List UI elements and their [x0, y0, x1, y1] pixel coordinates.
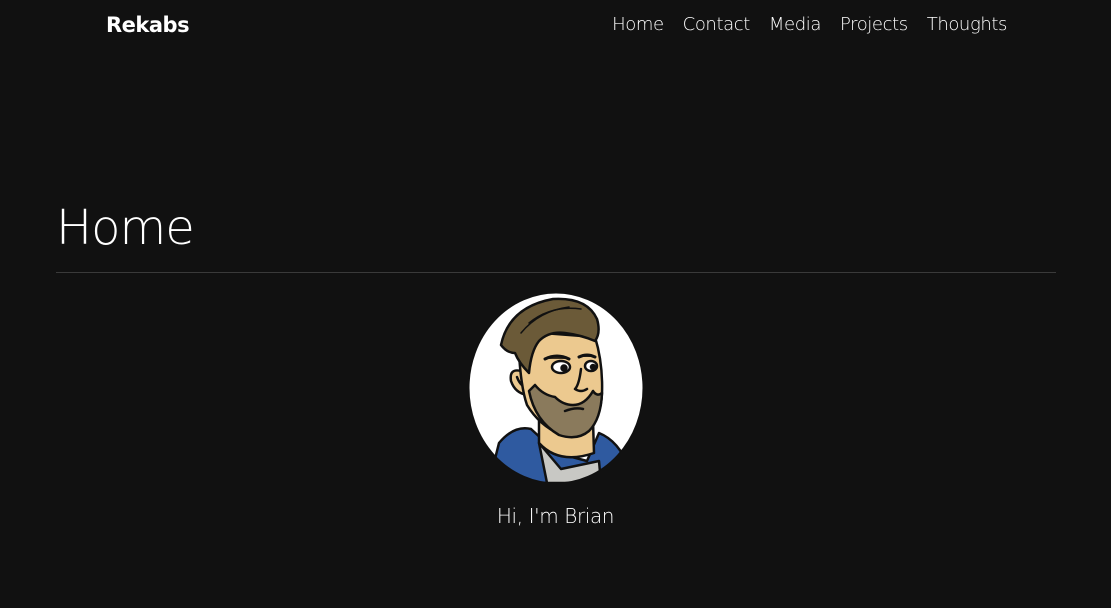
nav-link-projects[interactable]: Projects: [840, 10, 908, 40]
greeting-text: Hi, I'm Brian: [496, 504, 615, 528]
main-nav: Home Contact Media Projects Thoughts: [612, 10, 1007, 40]
nav-link-home[interactable]: Home: [612, 10, 664, 40]
title-divider: [56, 272, 1056, 273]
nav-link-contact[interactable]: Contact: [683, 10, 751, 40]
page: Rekabs Home Contact Media Projects Thoug…: [0, 0, 1111, 608]
brand-logo-link[interactable]: Rekabs: [106, 10, 190, 40]
page-title: Home: [56, 200, 195, 256]
nav-link-media[interactable]: Media: [769, 10, 821, 40]
avatar-portrait-icon: [469, 293, 643, 483]
nav-link-thoughts[interactable]: Thoughts: [927, 10, 1008, 40]
